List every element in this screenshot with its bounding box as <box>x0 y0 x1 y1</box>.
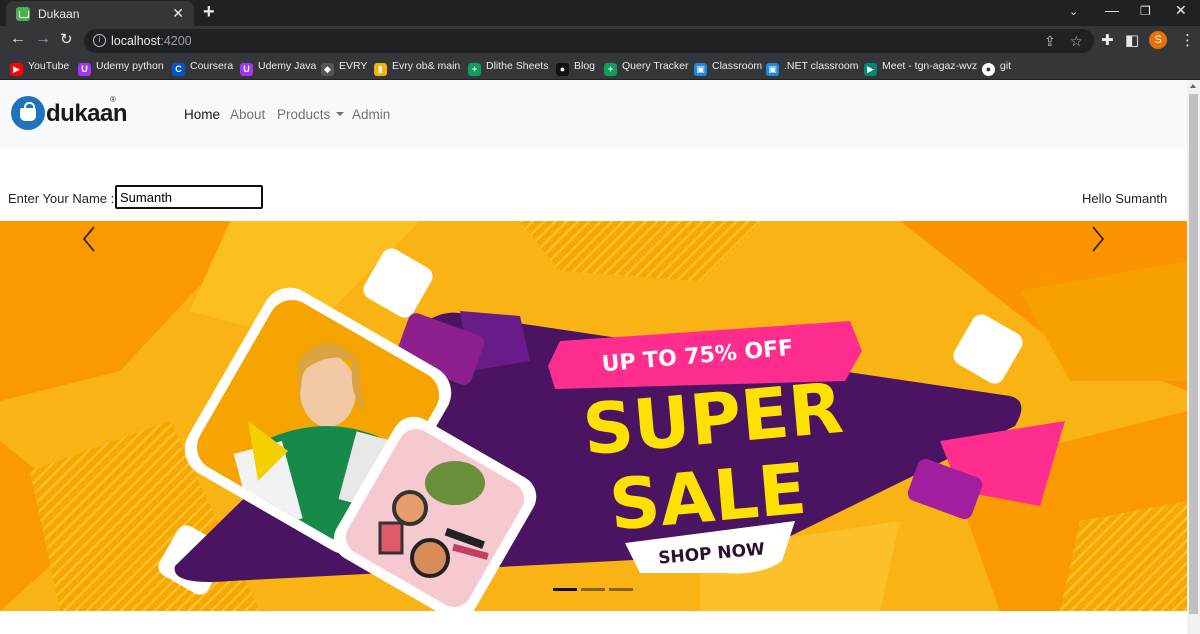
bookmark-item[interactable]: ▶ YouTube <box>10 60 69 76</box>
bookmark-item[interactable]: + Dlithe Sheets <box>468 60 548 76</box>
reload-icon[interactable]: ↻ <box>60 30 73 48</box>
docs-icon: ▮ <box>374 63 387 76</box>
profile-avatar[interactable]: S <box>1149 31 1167 49</box>
minimize-icon[interactable]: — <box>1105 2 1119 18</box>
url-text: localhost:4200 <box>111 34 192 48</box>
sheets-icon: + <box>604 63 617 76</box>
nav-products-dropdown[interactable]: Products <box>277 107 345 122</box>
bookmark-item[interactable]: C Coursera <box>172 60 233 76</box>
bookmark-label: EVRY <box>339 60 368 72</box>
scrollbar-thumb[interactable] <box>1189 94 1198 614</box>
extensions-icon[interactable]: ✚ <box>1101 31 1114 49</box>
side-panel-icon[interactable]: ◧ <box>1125 31 1139 49</box>
bookmarks-bar: ▶ YouTube U Udemy python C Coursera U Udemy Jav… <box>0 56 1200 80</box>
bookmark-item[interactable]: ◆ EVRY <box>321 60 367 76</box>
bookmark-label: git <box>1000 60 1012 72</box>
bookmark-item[interactable]: ● git <box>982 60 1011 76</box>
carousel-indicator[interactable] <box>581 588 605 591</box>
share-icon[interactable]: ⇪ <box>1044 33 1056 50</box>
super-sale-banner[interactable]: UP TO 75% OFF SUPER SALE SHOP NOW <box>0 221 1187 611</box>
carousel-next-icon[interactable] <box>1083 221 1113 257</box>
github-icon: ● <box>982 63 995 76</box>
restore-icon[interactable]: ❐ <box>1140 4 1151 18</box>
bookmark-item[interactable]: + Query Tracker <box>604 60 689 76</box>
bookmark-label: Query Tracker <box>622 60 689 72</box>
site-navbar: dukaan ® Home About Products Admin <box>0 80 1187 148</box>
bookmark-item[interactable]: ▶ Meet - tgn-agaz-wvz <box>864 60 977 76</box>
menu-kebab-icon[interactable]: ⋮ <box>1180 31 1195 49</box>
meet-icon: ▶ <box>864 63 877 76</box>
bookmark-item[interactable]: ▣ .NET classroom <box>766 60 859 76</box>
greeting-text: Hello Sumanth <box>1082 191 1168 206</box>
nav-home[interactable]: Home <box>184 107 220 122</box>
bookmark-label: Udemy python <box>96 60 164 72</box>
sheets-icon: + <box>468 63 481 76</box>
bookmark-label: Classroom <box>712 60 763 72</box>
bookmark-label: YouTube <box>28 60 70 72</box>
bookmark-item[interactable]: ▮ Evry ob& main <box>374 60 460 76</box>
udemy-icon: U <box>240 63 253 76</box>
registered-mark: ® <box>110 95 116 104</box>
shopping-bag-icon <box>11 96 45 130</box>
name-label: Enter Your Name : <box>8 191 115 206</box>
back-icon[interactable]: ← <box>10 30 26 48</box>
bookmark-item[interactable]: U Udemy python <box>78 60 164 76</box>
dukaan-favicon-icon <box>16 7 30 21</box>
bookmark-label: Dlithe Sheets <box>486 60 549 72</box>
bookmark-item[interactable]: U Udemy Java <box>240 60 316 76</box>
window-close-icon[interactable]: ✕ <box>1175 2 1187 19</box>
browser-tab-strip: Dukaan ✕ + ⌄ — ❐ ✕ <box>0 0 1200 26</box>
hero-carousel: UP TO 75% OFF SUPER SALE SHOP NOW <box>0 221 1187 611</box>
classroom-icon: ▣ <box>694 63 707 76</box>
udemy-icon: U <box>78 63 91 76</box>
bookmark-star-icon[interactable]: ☆ <box>1070 33 1083 50</box>
new-tab-icon[interactable]: + <box>203 1 215 24</box>
youtube-icon: ▶ <box>10 63 23 76</box>
caret-down-icon <box>336 112 345 116</box>
address-bar[interactable]: i localhost:4200 ⇪ ☆ <box>84 29 1094 53</box>
close-tab-icon[interactable]: ✕ <box>172 5 184 22</box>
brand-name: dukaan <box>46 100 128 127</box>
tab-search-icon[interactable]: ⌄ <box>1069 5 1078 18</box>
evry-icon: ◆ <box>321 63 334 76</box>
page-viewport: dukaan ® Home About Products Admin Enter… <box>0 80 1187 634</box>
bookmark-label: .NET classroom <box>784 60 859 72</box>
scroll-up-icon[interactable] <box>1190 84 1196 88</box>
carousel-indicator[interactable] <box>553 588 577 591</box>
nav-admin[interactable]: Admin <box>352 107 390 122</box>
site-info-icon[interactable]: i <box>93 34 106 47</box>
bookmark-label: Evry ob& main <box>392 60 461 72</box>
carousel-indicator[interactable] <box>609 588 633 591</box>
nav-about[interactable]: About <box>230 107 265 122</box>
forward-icon[interactable]: → <box>35 30 51 48</box>
bookmark-label: Meet - tgn-agaz-wvz <box>882 60 978 72</box>
bookmark-item[interactable]: ▣ Classroom <box>694 60 762 76</box>
classroom-icon: ▣ <box>766 63 779 76</box>
name-input[interactable] <box>115 185 263 209</box>
banner-sale-text: SALE <box>606 448 809 547</box>
carousel-prev-icon[interactable] <box>74 221 104 257</box>
tab-title: Dukaan <box>38 7 80 21</box>
coursera-icon: C <box>172 63 185 76</box>
page-below-carousel <box>0 611 1187 634</box>
bookmark-label: Blog <box>574 60 596 72</box>
medium-icon: ● <box>556 63 569 76</box>
bookmark-label: Udemy Java <box>258 60 317 72</box>
page-scrollbar[interactable] <box>1187 80 1200 634</box>
bookmark-item[interactable]: ● Blog <box>556 60 595 76</box>
browser-tab[interactable]: Dukaan ✕ <box>6 1 194 26</box>
bookmark-label: Coursera <box>190 60 234 72</box>
browser-toolbar: ← → ↻ i localhost:4200 ⇪ ☆ ✚ ◧ S ⋮ <box>0 26 1200 56</box>
